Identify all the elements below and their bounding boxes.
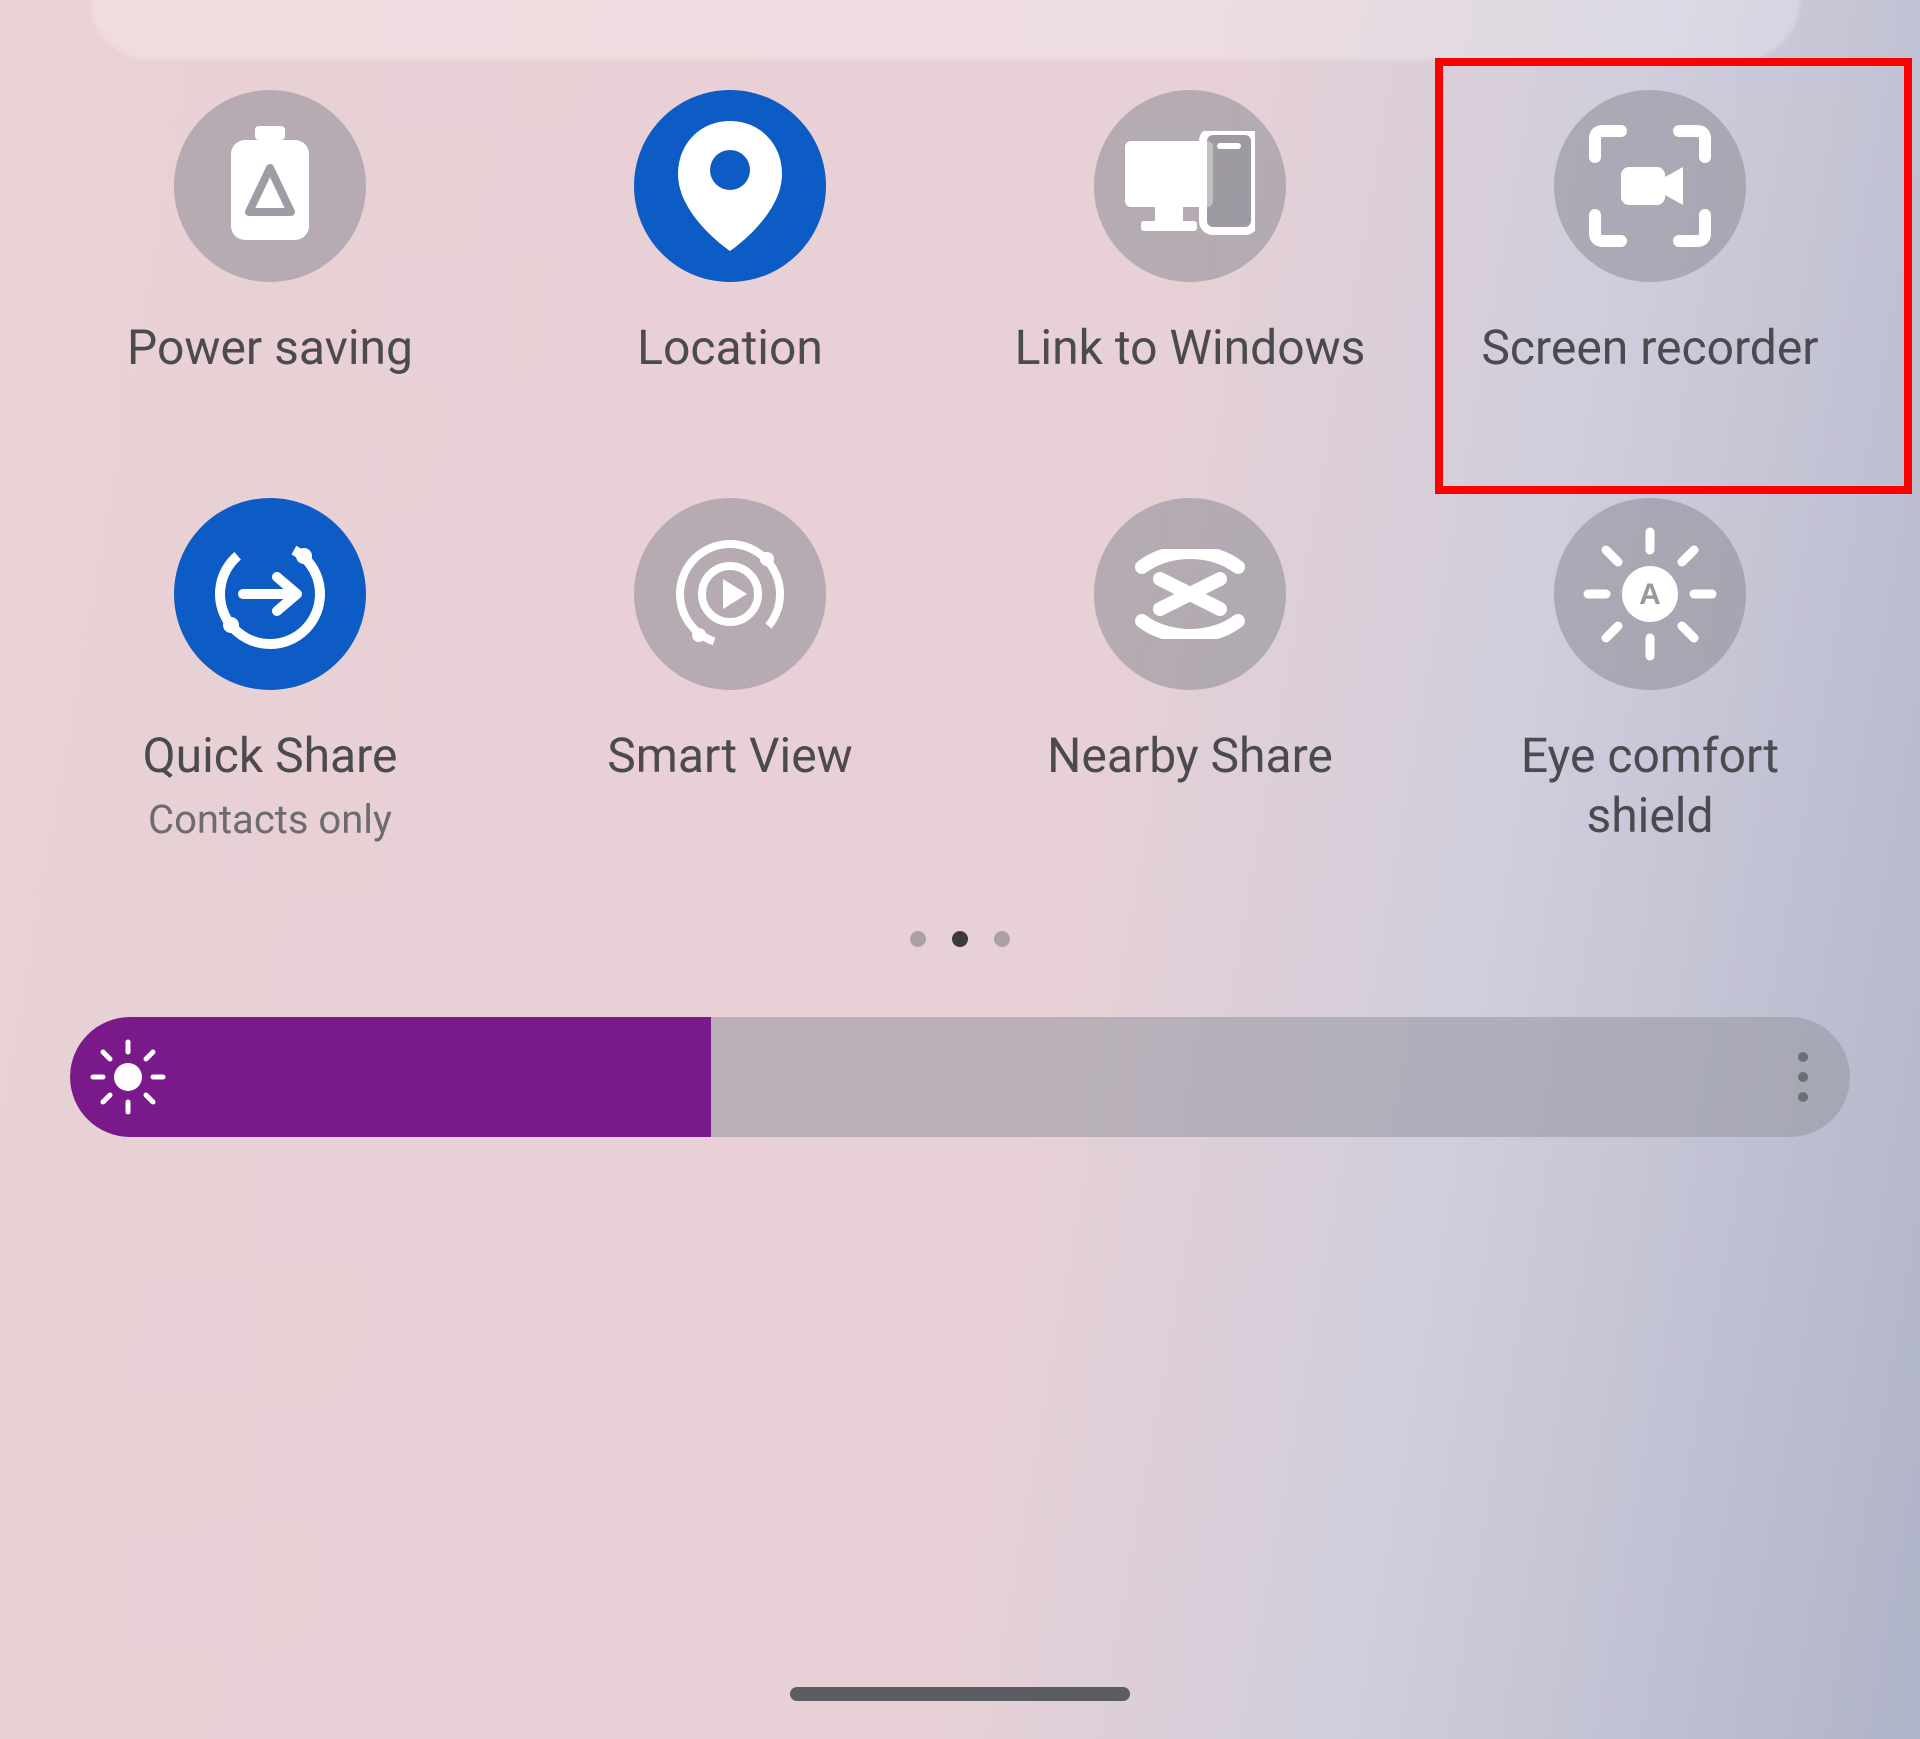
page-dot <box>994 931 1010 947</box>
more-options-button[interactable] <box>1798 1052 1808 1102</box>
tile-smart-view[interactable]: Smart View <box>500 498 960 846</box>
tile-link-to-windows[interactable]: Link to Windows <box>960 90 1420 378</box>
collapsed-bar-hint <box>90 0 1800 60</box>
tile-eye-comfort-shield[interactable]: A Eye comfort shield <box>1420 498 1880 846</box>
page-dot <box>910 931 926 947</box>
tile-label: Nearby Share <box>1047 726 1333 786</box>
tile-label: Smart View <box>607 726 853 786</box>
svg-text:A: A <box>1639 578 1661 611</box>
page-indicator[interactable] <box>0 931 1920 947</box>
tile-label: Location <box>637 318 823 378</box>
brightness-icon <box>89 1038 167 1116</box>
smart-view-icon <box>634 498 826 690</box>
tile-label: Quick Share <box>143 726 398 786</box>
tile-label: Link to Windows <box>1015 318 1366 378</box>
slider-track <box>70 1017 1850 1137</box>
tile-power-saving[interactable]: Power saving <box>40 90 500 378</box>
screen-recorder-icon <box>1554 90 1746 282</box>
location-pin-icon <box>634 90 826 282</box>
tiles-grid: Power saving Location <box>0 0 1920 846</box>
page-dot-active <box>952 931 968 947</box>
battery-triangle-icon <box>174 90 366 282</box>
tile-quick-share[interactable]: Quick Share Contacts only <box>40 498 500 846</box>
tile-location[interactable]: Location <box>500 90 960 378</box>
nearby-share-icon <box>1094 498 1286 690</box>
quick-share-icon <box>174 498 366 690</box>
tile-label: Eye comfort shield <box>1460 726 1840 846</box>
nav-handle[interactable] <box>790 1687 1130 1701</box>
tile-screen-recorder[interactable]: Screen recorder <box>1420 90 1880 378</box>
quick-settings-panel: Power saving Location <box>0 0 1920 1739</box>
brightness-slider[interactable] <box>70 1017 1850 1137</box>
tile-label: Screen recorder <box>1481 318 1818 378</box>
link-windows-icon <box>1094 90 1286 282</box>
tile-label: Power saving <box>127 318 413 378</box>
tile-sublabel: Contacts only <box>148 796 392 843</box>
eye-comfort-icon: A <box>1554 498 1746 690</box>
tile-nearby-share[interactable]: Nearby Share <box>960 498 1420 846</box>
